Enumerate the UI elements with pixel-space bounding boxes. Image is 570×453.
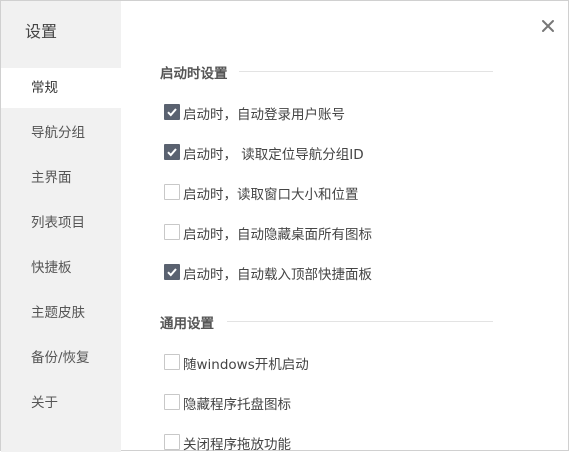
sidebar-item-backup-restore[interactable]: 备份/恢复: [1, 338, 121, 378]
checkbox-checked-icon[interactable]: [164, 144, 180, 160]
sidebar-item-theme-skin[interactable]: 主题皮肤: [1, 293, 121, 333]
checkbox-unchecked-icon[interactable]: [164, 224, 180, 240]
checkbox-unchecked-icon[interactable]: [164, 354, 180, 370]
option-label: 启动时，自动隐藏桌面所有图标: [183, 227, 372, 243]
sidebar-item-about[interactable]: 关于: [1, 383, 121, 423]
option-label: 隐藏程序托盘图标: [183, 397, 291, 413]
sidebar-item-list-items[interactable]: 列表项目: [1, 203, 121, 243]
sidebar-item-general[interactable]: 常规: [1, 68, 121, 108]
checkbox-unchecked-icon[interactable]: [164, 434, 180, 450]
option-label: 启动时， 读取定位导航分组ID: [183, 147, 364, 163]
section-title-startup: 启动时设置: [160, 66, 228, 82]
close-icon[interactable]: [538, 16, 558, 36]
option-label: 启动时，自动登录用户账号: [183, 107, 345, 123]
section-title-general: 通用设置: [160, 316, 214, 332]
option-label: 启动时，自动载入顶部快捷面板: [183, 267, 372, 283]
option-label: 启动时，读取窗口大小和位置: [183, 187, 359, 203]
checkbox-unchecked-icon[interactable]: [164, 394, 180, 410]
sidebar-item-main-ui[interactable]: 主界面: [1, 158, 121, 198]
sidebar: 设置 常规 导航分组 主界面 列表项目 快捷板 主题皮肤 备份/恢复 关于: [1, 1, 121, 452]
sidebar-item-shortcut-board[interactable]: 快捷板: [1, 248, 121, 288]
section-divider: [239, 71, 493, 72]
option-label: 随windows开机启动: [183, 357, 309, 373]
checkbox-checked-icon[interactable]: [164, 264, 180, 280]
sidebar-item-nav-groups[interactable]: 导航分组: [1, 113, 121, 153]
option-label: 关闭程序拖放功能: [183, 437, 291, 453]
section-divider: [227, 321, 493, 322]
sidebar-title: 设置: [25, 22, 58, 41]
checkbox-unchecked-icon[interactable]: [164, 184, 180, 200]
checkbox-checked-icon[interactable]: [164, 104, 180, 120]
settings-window: 设置 常规 导航分组 主界面 列表项目 快捷板 主题皮肤 备份/恢复 关于 启动…: [0, 0, 569, 453]
